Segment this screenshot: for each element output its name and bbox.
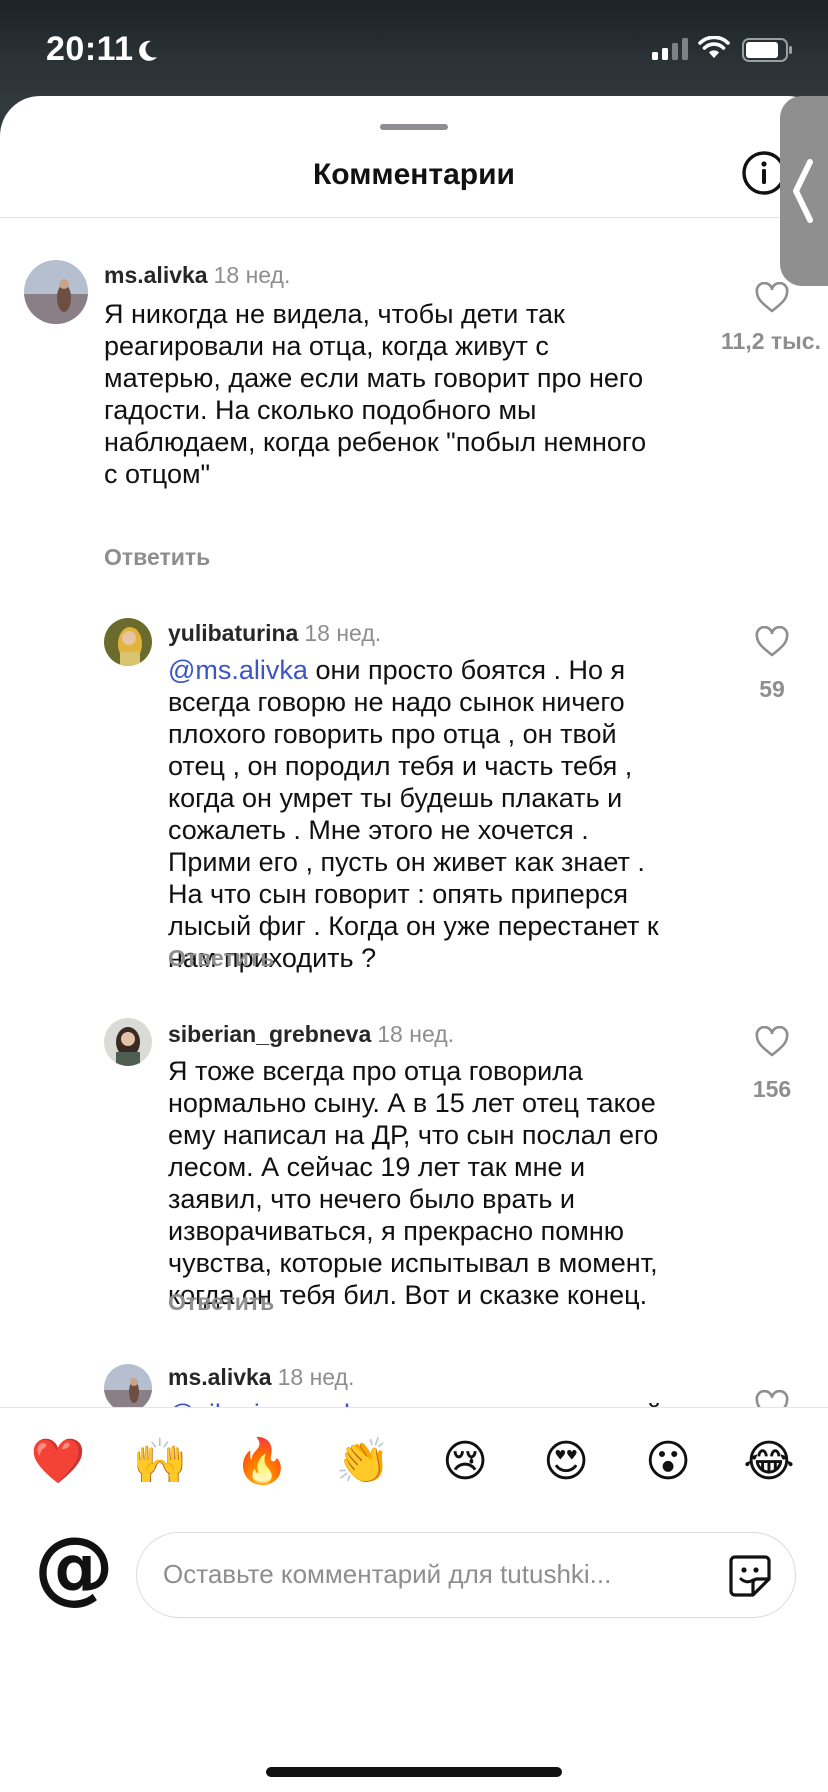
comment-header: yulibaturina 18 нед. (168, 620, 381, 647)
side-panel-handle[interactable] (780, 96, 828, 286)
avatar[interactable] (104, 1364, 152, 1412)
comment-body: они просто боятся . Но я всегда говорю н… (168, 655, 659, 973)
sheet-title: Комментарии (312, 158, 516, 191)
reply-button[interactable]: Ответить (104, 544, 210, 571)
emoji-laughing[interactable]: 😂 (739, 1432, 799, 1492)
sticker-icon[interactable] (727, 1553, 773, 1599)
emoji-surprised[interactable]: 😮 (638, 1432, 698, 1492)
emoji-heart[interactable]: ❤️ (28, 1432, 88, 1492)
comment-input-placeholder: Оставьте комментарий для tutushki... (163, 1559, 612, 1589)
comments-sheet: Комментарии ms.alivka 18 нед. Я никогда н… (0, 96, 828, 1792)
emoji-clapping[interactable]: 👏 (333, 1432, 393, 1492)
comment-time: 18 нед. (377, 1021, 455, 1047)
comment-time: 18 нед. (213, 262, 291, 288)
like-count: 156 (752, 1076, 792, 1102)
avatar[interactable] (104, 618, 152, 666)
comment-text: Я тоже всегда про отца говорила нормальн… (168, 1056, 659, 1310)
emoji-crying[interactable]: 😢 (435, 1432, 495, 1492)
heart-icon[interactable] (755, 1026, 789, 1058)
comment-text: Я никогда не видела, чтобы дети так реаг… (104, 299, 647, 489)
emoji-heart-eyes[interactable]: 😍 (536, 1432, 596, 1492)
like-count: 59 (759, 676, 785, 702)
emoji-bar: ❤️ 🙌 🔥 👏 😢 😍 😮 😂 (0, 1432, 828, 1492)
composer-area: ❤️ 🙌 🔥 👏 😢 😍 😮 😂 @ Оставьте комментарий … (0, 1407, 828, 1792)
comment-header: ms.alivka 18 нед. (104, 262, 290, 289)
battery-icon (742, 38, 792, 62)
like-count: 11,2 тыс. (721, 328, 821, 354)
reply-button[interactable]: Ответить (168, 1289, 274, 1316)
heart-icon[interactable] (755, 282, 789, 314)
comment-input[interactable]: Оставьте комментарий для tutushki... (136, 1532, 796, 1618)
comment-time: 18 нед. (304, 620, 382, 646)
comment-username[interactable]: ms.alivka (168, 1364, 272, 1390)
comment-username[interactable]: yulibaturina (168, 620, 298, 646)
svg-text:@: @ (34, 1528, 114, 1613)
comment-header: siberian_grebneva 18 нед. (168, 1021, 454, 1048)
comment-username[interactable]: siberian_grebneva (168, 1021, 371, 1047)
avatar[interactable] (104, 1018, 152, 1066)
comment-username[interactable]: ms.alivka (104, 262, 208, 288)
reply-button[interactable]: Ответить (168, 945, 274, 972)
heart-icon[interactable] (755, 626, 789, 658)
comments-list[interactable]: ms.alivka 18 нед. Я никогда не видела, чт… (0, 218, 828, 1503)
chevron-left-icon (793, 159, 813, 223)
comment-mention[interactable]: @ms.alivka (168, 655, 308, 685)
emoji-raised-hands[interactable]: 🙌 (130, 1432, 190, 1492)
comment-time: 18 нед. (277, 1364, 355, 1390)
cellular-signal-icon (652, 38, 688, 60)
status-time: 20:11 (46, 30, 134, 68)
comment-text: @ms.alivka они просто боятся . Но я всег… (168, 654, 708, 974)
home-indicator (266, 1767, 562, 1777)
emoji-fire[interactable]: 🔥 (232, 1432, 292, 1492)
avatar[interactable] (24, 260, 88, 324)
comment-header: ms.alivka 18 нед. (168, 1364, 354, 1391)
wifi-icon (698, 36, 730, 58)
mention-at-icon[interactable]: @ (30, 1528, 118, 1616)
status-bar: 20:11 (0, 0, 828, 100)
sheet-grabber[interactable] (380, 124, 448, 130)
moon-icon (139, 40, 157, 61)
